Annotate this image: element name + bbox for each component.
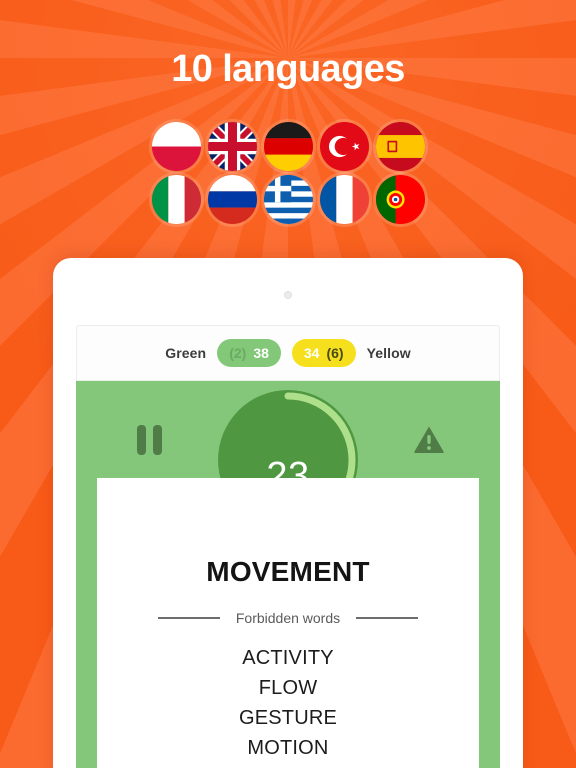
forbidden-word: GESTURE <box>238 707 338 729</box>
camera-dot-icon <box>284 291 292 299</box>
green-team-label: Green <box>165 345 207 361</box>
yellow-score-pill[interactable]: 34 (6) <box>291 339 356 367</box>
forbidden-word: FLOW <box>258 677 318 699</box>
flag-row-1 <box>0 122 576 171</box>
flag-list <box>0 122 576 228</box>
yellow-team-label: Yellow <box>366 345 411 361</box>
target-word: MOVEMENT <box>206 556 370 587</box>
word-card: MOVEMENT Forbidden words ACTIVITY FLOW G… <box>97 478 479 768</box>
forbidden-word: ACTIVITY <box>242 647 334 669</box>
divider-line-left <box>157 617 220 619</box>
yellow-score-main: 34 <box>303 345 320 361</box>
flag-row-2 <box>0 175 576 224</box>
green-score-pill[interactable]: (2) 38 <box>217 339 281 367</box>
yellow-score-sub: (6) <box>326 345 344 361</box>
flag-portugal-icon <box>375 175 425 224</box>
flag-united-kingdom-icon <box>207 122 257 171</box>
tablet-device: Green (2) 38 34 (6) Yellow 23 MOVEMENT F… <box>53 258 523 768</box>
flag-poland-icon <box>151 122 201 171</box>
flag-france-icon <box>319 175 369 224</box>
green-score-sub: (2) <box>229 345 247 361</box>
app-screen: Green (2) 38 34 (6) Yellow 23 MOVEMENT F… <box>76 325 500 768</box>
green-score-main: 38 <box>253 345 269 361</box>
pause-bar-left <box>137 425 146 455</box>
forbidden-words-caption: Forbidden words <box>235 610 341 626</box>
pause-icon[interactable] <box>137 425 163 455</box>
flag-turkey-icon <box>319 122 369 171</box>
forbidden-divider: Forbidden words <box>97 610 479 626</box>
flag-russia-icon <box>207 175 257 224</box>
divider-line-right <box>356 617 419 619</box>
flag-greece-icon <box>263 175 313 224</box>
forbidden-word: MOTION <box>247 737 329 759</box>
scorebar: Green (2) 38 34 (6) Yellow <box>76 325 500 381</box>
page-title: 10 languages <box>171 48 405 90</box>
pause-bar-right <box>153 425 162 455</box>
play-area: 23 MOVEMENT Forbidden words ACTIVITY FLO… <box>76 381 500 768</box>
warning-triangle-icon[interactable] <box>413 424 445 454</box>
flag-germany-icon <box>263 122 313 171</box>
flag-italy-icon <box>151 175 201 224</box>
flag-spain-icon <box>375 122 425 171</box>
screenshot-root: 10 languages Green (2) 38 34 (6) Yellow … <box>0 0 576 768</box>
forbidden-words-list: ACTIVITY FLOW GESTURE MOTION <box>97 643 479 763</box>
